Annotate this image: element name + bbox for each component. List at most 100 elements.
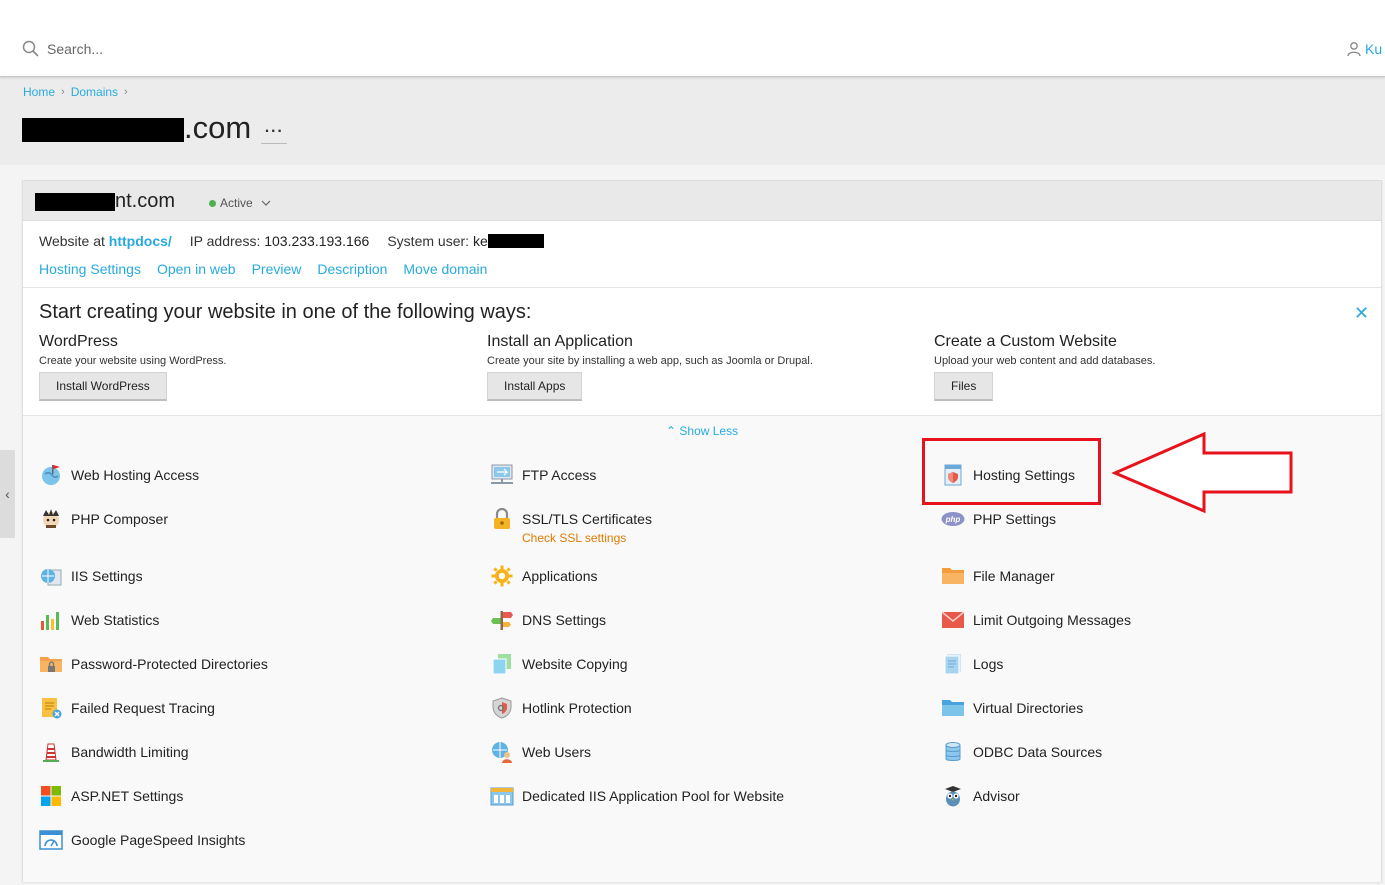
tool-failed-request-tracing[interactable]: Failed Request Tracing: [39, 696, 215, 720]
tool-hotlink-protection[interactable]: Hotlink Protection: [490, 696, 632, 720]
redacted-block: [22, 118, 184, 142]
way-title: Create a Custom Website: [934, 333, 1117, 350]
way-title: WordPress: [39, 333, 118, 350]
tool-bandwidth-limiting[interactable]: Bandwidth Limiting: [39, 740, 189, 764]
breadcrumb: Home › Domains ›: [23, 85, 128, 99]
blue-folder-icon: [941, 696, 965, 720]
tool-aspnet-settings[interactable]: ASP.NET Settings: [39, 784, 183, 808]
tool-label: Advisor: [973, 788, 1020, 804]
domain-card-header: nt.com Active: [23, 181, 1381, 221]
domain-links: Hosting Settings Open in web Preview Des…: [39, 261, 487, 277]
close-icon[interactable]: ✕: [1354, 303, 1369, 324]
tool-ssl-tls-certificates[interactable]: SSL/TLS Certificates Check SSL settings: [490, 507, 652, 545]
link-description[interactable]: Description: [317, 261, 387, 277]
tool-applications[interactable]: Applications: [490, 564, 598, 588]
tool-web-users[interactable]: Web Users: [490, 740, 591, 764]
tool-label: FTP Access: [522, 467, 597, 483]
search-box[interactable]: [22, 40, 347, 57]
tool-file-manager[interactable]: File Manager: [941, 564, 1055, 588]
install-wordpress-button[interactable]: Install WordPress: [39, 372, 167, 401]
tool-label: Website Copying: [522, 656, 628, 672]
tool-label: Applications: [522, 568, 598, 584]
collapse-sidebar-tab[interactable]: ‹: [0, 450, 15, 538]
tool-label: Password-Protected Directories: [71, 656, 268, 672]
tool-label: Virtual Directories: [973, 700, 1084, 716]
tool-label: ASP.NET Settings: [71, 788, 184, 804]
tool-virtual-directories[interactable]: Virtual Directories: [941, 696, 1083, 720]
tool-odbc-data-sources[interactable]: ODBC Data Sources: [941, 740, 1102, 764]
link-open-in-web[interactable]: Open in web: [157, 261, 236, 277]
tool-advisor[interactable]: Advisor: [941, 784, 1020, 808]
way-install-application: Install an Application Create your site …: [487, 333, 927, 401]
tool-label: Failed Request Tracing: [71, 700, 215, 716]
system-user-label: System user:: [387, 233, 470, 249]
tool-label: Limit Outgoing Messages: [973, 612, 1131, 628]
user-menu[interactable]: Ku: [1347, 41, 1382, 57]
padlock-icon: [490, 507, 514, 531]
breadcrumb-home[interactable]: Home: [23, 85, 55, 99]
start-creating-title: Start creating your website in one of th…: [39, 301, 532, 323]
search-input[interactable]: [47, 40, 347, 57]
trace-document-icon: [39, 696, 63, 720]
way-description: Create your site by installing a web app…: [487, 355, 813, 367]
tool-password-protected-directories[interactable]: Password-Protected Directories: [39, 652, 268, 676]
tool-label: PHP Composer: [71, 511, 169, 527]
files-button[interactable]: Files: [934, 372, 994, 401]
link-move-domain[interactable]: Move domain: [403, 261, 487, 277]
svg-text:php: php: [945, 515, 961, 524]
tool-logs[interactable]: Logs: [941, 652, 1003, 676]
gear-icon: [490, 564, 514, 588]
tool-web-statistics[interactable]: Web Statistics: [39, 608, 159, 632]
tool-website-copying[interactable]: Website Copying: [490, 652, 628, 676]
tool-label: DNS Settings: [522, 612, 607, 628]
way-description: Create your website using WordPress.: [39, 355, 227, 367]
tool-web-hosting-access[interactable]: Web Hosting Access: [39, 463, 199, 487]
app-pool-icon: [490, 784, 514, 808]
globe-user-icon: [490, 740, 514, 764]
tool-php-settings[interactable]: php PHP Settings: [941, 507, 1056, 531]
status-badge[interactable]: Active: [209, 196, 271, 210]
website-at-info: Website at httpdocs/: [39, 233, 172, 249]
link-hosting-settings[interactable]: Hosting Settings: [39, 261, 141, 277]
tool-php-composer[interactable]: PHP Composer: [39, 507, 168, 531]
annotation-highlight-box: [922, 438, 1101, 505]
show-less-toggle[interactable]: ⌃ Show Less: [666, 424, 738, 438]
iis-globe-icon: [39, 564, 63, 588]
tool-dns-settings[interactable]: DNS Settings: [490, 608, 606, 632]
way-description: Upload your web content and add database…: [934, 355, 1156, 367]
tool-dedicated-iis-application-pool[interactable]: Dedicated IIS Application Pool for Websi…: [490, 784, 784, 808]
tool-google-pagespeed-insights[interactable]: Google PageSpeed Insights: [39, 828, 245, 852]
top-bar: Ku: [0, 0, 1385, 77]
locked-folder-icon: [39, 652, 63, 676]
breadcrumb-domains[interactable]: Domains: [71, 85, 118, 99]
ip-label: IP address:: [189, 233, 261, 249]
tool-limit-outgoing-messages[interactable]: Limit Outgoing Messages: [941, 608, 1131, 632]
page-title: .com ···: [22, 110, 288, 146]
way-title: Install an Application: [487, 333, 633, 350]
chevron-right-icon: ›: [124, 86, 128, 98]
more-actions-button[interactable]: ···: [261, 120, 288, 144]
httpdocs-link[interactable]: httpdocs/: [109, 233, 172, 249]
log-document-icon: [941, 652, 965, 676]
tool-label: Hotlink Protection: [522, 700, 632, 716]
way-custom-website: Create a Custom Website Upload your web …: [934, 333, 1374, 401]
tool-iis-settings[interactable]: IIS Settings: [39, 564, 143, 588]
redacted-block: [35, 192, 115, 211]
database-icon: [941, 740, 965, 764]
tool-label: Logs: [973, 656, 1004, 672]
tool-label: PHP Settings: [973, 511, 1057, 527]
link-preview[interactable]: Preview: [252, 261, 302, 277]
tool-ftp-access[interactable]: FTP Access: [490, 463, 596, 487]
domain-card: nt.com Active Website at httpdocs/ IP ad…: [22, 180, 1382, 882]
check-ssl-settings-link[interactable]: Check SSL settings: [522, 531, 652, 545]
user-name: Ku: [1365, 41, 1383, 57]
tool-label: File Manager: [973, 568, 1055, 584]
page-title-text: .com: [184, 110, 252, 145]
ftp-monitor-icon: [490, 463, 514, 487]
divider: [23, 287, 1381, 288]
way-wordpress: WordPress Create your website using Word…: [39, 333, 479, 401]
shield-icon: [490, 696, 514, 720]
chevron-left-icon: ‹: [5, 486, 10, 502]
domain-info-row: Website at httpdocs/ IP address: 103.233…: [39, 233, 544, 249]
install-apps-button[interactable]: Install Apps: [487, 372, 583, 401]
